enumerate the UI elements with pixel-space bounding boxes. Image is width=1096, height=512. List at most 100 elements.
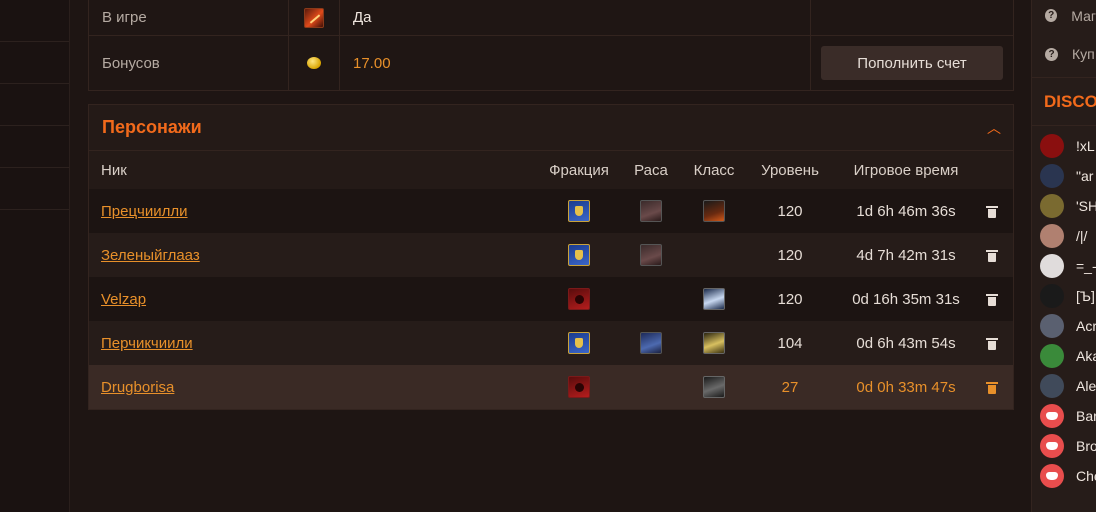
trash-icon[interactable] — [986, 249, 998, 262]
in-game-action-cell — [811, 0, 1013, 35]
buy-link[interactable]: ? Куп — [1032, 31, 1096, 78]
character-nick-link[interactable]: Зеленыйглааз — [101, 247, 200, 264]
left-sidebar-item[interactable] — [0, 168, 69, 210]
avatar — [1040, 374, 1064, 398]
character-delete-cell — [971, 189, 1013, 233]
discord-member[interactable]: Che — [1032, 461, 1096, 491]
character-row: Прецчиилли 120 1d 6h 46m 36s — [89, 189, 1013, 233]
discord-member-name: Bar — [1076, 408, 1096, 424]
col-level-header: Уровень — [739, 151, 841, 189]
discord-member-name: 'SH — [1076, 198, 1096, 214]
trash-icon[interactable] — [986, 293, 998, 306]
avatar — [1040, 284, 1064, 308]
discord-member[interactable]: Ale — [1032, 371, 1096, 401]
trash-icon[interactable] — [986, 205, 998, 218]
horde-faction-icon — [568, 376, 590, 398]
discord-member[interactable]: Bro — [1032, 431, 1096, 461]
character-playtime: 0d 6h 43m 54s — [841, 321, 971, 365]
col-race-header: Раса — [613, 151, 689, 189]
left-sidebar-item[interactable] — [0, 0, 69, 42]
discord-member[interactable]: "ar — [1032, 161, 1096, 191]
chevron-up-icon[interactable]: ︿ — [987, 118, 1001, 138]
discord-member-name: Aka — [1076, 348, 1096, 364]
shop-link[interactable]: ? Маг — [1032, 0, 1096, 31]
shop-link-label: Маг — [1071, 7, 1096, 24]
character-class-cell — [689, 277, 739, 321]
character-row: Velzap 120 0d 16h 35m 31s — [89, 277, 1013, 321]
character-nick-link[interactable]: Velzap — [101, 291, 146, 308]
character-level: 120 — [739, 233, 841, 277]
character-playtime: 0d 0h 33m 47s — [841, 365, 971, 409]
main-content: В игре Да Бонусов 17.00 Пополнить счет П… — [88, 0, 1014, 410]
characters-panel: Персонажи ︿ Ник Фракция Раса Класс Урове… — [88, 104, 1014, 410]
bonus-label: Бонусов — [89, 36, 289, 90]
coin-icon — [307, 57, 321, 69]
discord-logo-icon — [1040, 464, 1064, 488]
discord-member[interactable]: Aka — [1032, 341, 1096, 371]
character-nick-link[interactable]: Прецчиилли — [101, 203, 188, 220]
character-level: 120 — [739, 189, 841, 233]
in-game-icon-cell — [289, 0, 340, 35]
character-level: 27 — [739, 365, 841, 409]
character-delete-cell — [971, 277, 1013, 321]
left-sidebar-item[interactable] — [0, 126, 69, 168]
game-icon — [304, 7, 324, 28]
class-icon — [703, 288, 725, 310]
character-level: 104 — [739, 321, 841, 365]
character-row: Drugborisa 27 0d 0h 33m 47s — [89, 365, 1013, 409]
character-playtime: 4d 7h 42m 31s — [841, 233, 971, 277]
class-icon — [703, 200, 725, 222]
characters-header[interactable]: Персонажи ︿ — [89, 105, 1013, 151]
character-faction-cell — [545, 277, 613, 321]
character-race-cell — [613, 321, 689, 365]
bonus-row: Бонусов 17.00 Пополнить счет — [89, 35, 1013, 90]
discord-member[interactable]: 'SH — [1032, 191, 1096, 221]
question-icon: ? — [1045, 47, 1058, 61]
character-nick-cell: Зеленыйглааз — [89, 233, 545, 277]
discord-member[interactable]: [Ъ] — [1032, 281, 1096, 311]
discord-logo-icon — [1040, 404, 1064, 428]
in-game-label: В игре — [89, 0, 289, 35]
left-sidebar-item[interactable] — [0, 84, 69, 126]
col-class-header: Класс — [689, 151, 739, 189]
discord-member[interactable]: Acr — [1032, 311, 1096, 341]
left-sidebar-item[interactable] — [0, 42, 69, 84]
character-race-cell — [613, 233, 689, 277]
avatar — [1040, 314, 1064, 338]
discord-member-list: !xL "ar 'SH /|/ =_- [Ъ] Acr Aka Ale Bar Bro Che — [1032, 126, 1096, 491]
discord-member[interactable]: !xL — [1032, 131, 1096, 161]
character-race-cell — [613, 365, 689, 409]
discord-member[interactable]: /|/ — [1032, 221, 1096, 251]
bonus-action-cell: Пополнить счет — [811, 36, 1013, 90]
trash-icon[interactable] — [986, 337, 998, 350]
character-level: 120 — [739, 277, 841, 321]
race-icon — [640, 332, 662, 354]
trash-icon[interactable] — [986, 381, 998, 394]
discord-member[interactable]: Bar — [1032, 401, 1096, 431]
right-sidebar: ? Маг ? Куп DISCO !xL "ar 'SH /|/ =_- [Ъ] Acr A… — [1031, 0, 1096, 512]
character-faction-cell — [545, 233, 613, 277]
race-icon — [640, 244, 662, 266]
col-nick-header: Ник — [89, 151, 545, 189]
discord-member-name: !xL — [1076, 138, 1095, 154]
discord-member-name: Bro — [1076, 438, 1096, 454]
discord-member-name: Ale — [1076, 378, 1096, 394]
avatar — [1040, 344, 1064, 368]
character-faction-cell — [545, 365, 613, 409]
discord-title: DISCO — [1032, 78, 1096, 126]
character-nick-link[interactable]: Перчикчиили — [101, 335, 193, 352]
discord-member-name: [Ъ] — [1076, 288, 1095, 304]
character-class-cell — [689, 365, 739, 409]
alliance-faction-icon — [568, 332, 590, 354]
character-nick-link[interactable]: Drugborisa — [101, 379, 174, 396]
top-up-button[interactable]: Пополнить счет — [821, 46, 1003, 80]
avatar — [1040, 254, 1064, 278]
character-row: Зеленыйглааз 120 4d 7h 42m 31s — [89, 233, 1013, 277]
character-faction-cell — [545, 321, 613, 365]
avatar — [1040, 134, 1064, 158]
discord-member-name: /|/ — [1076, 228, 1088, 244]
characters-table-body: Прецчиилли 120 1d 6h 46m 36s Зеленыйглааз 12… — [89, 189, 1013, 409]
discord-member[interactable]: =_- — [1032, 251, 1096, 281]
character-nick-cell: Drugborisa — [89, 365, 545, 409]
character-class-cell — [689, 321, 739, 365]
